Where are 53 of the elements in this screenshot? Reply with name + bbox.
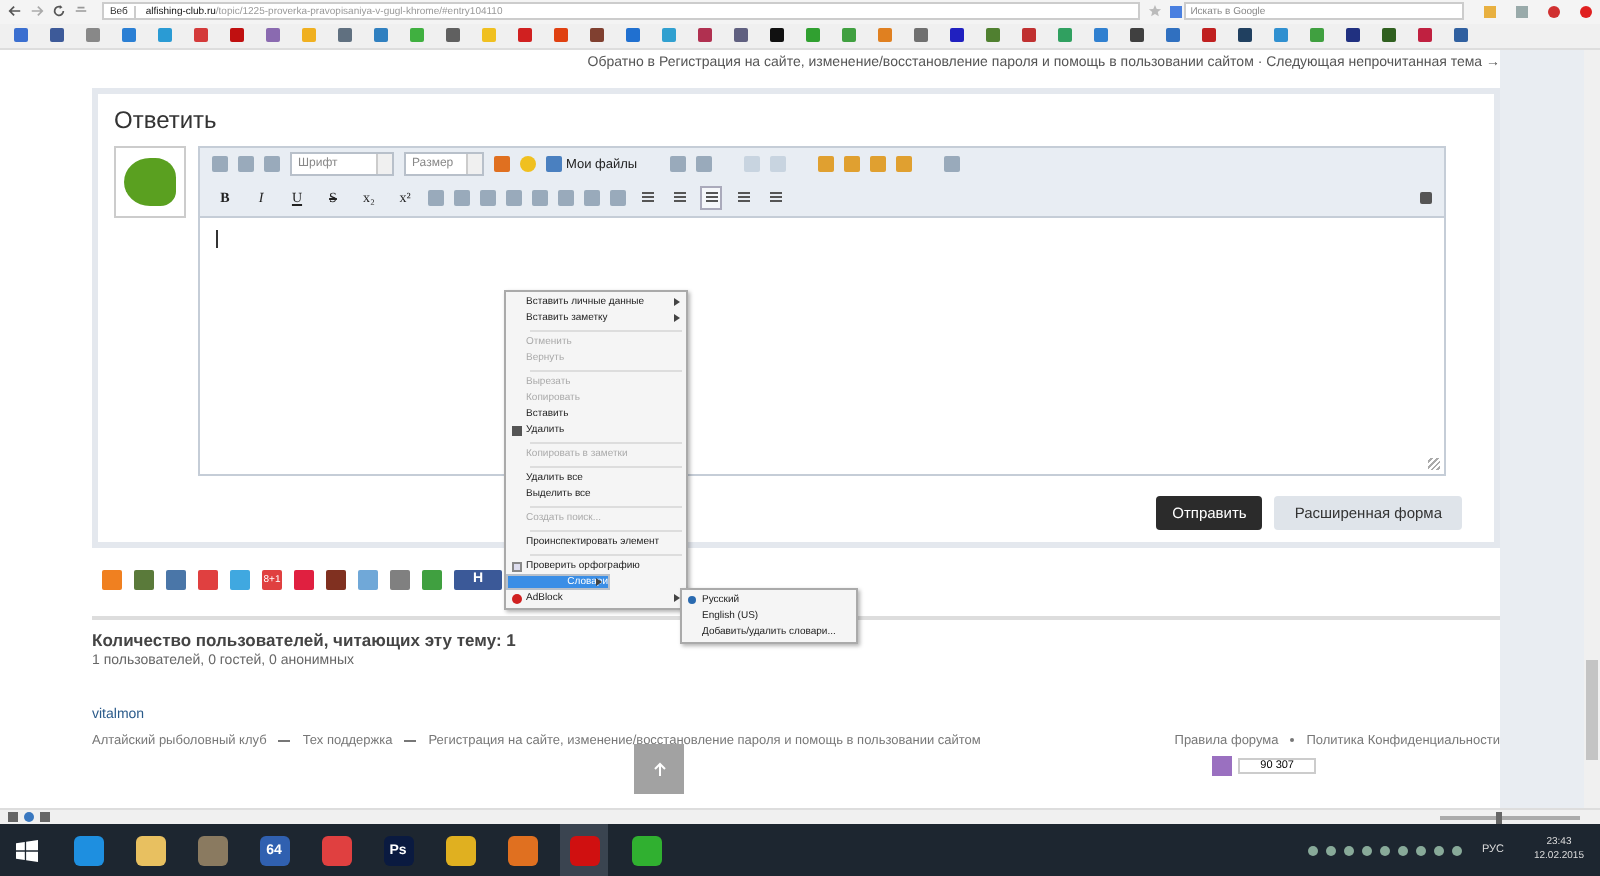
stop-sign-icon <box>511 593 521 603</box>
share-icon[interactable] <box>198 569 218 590</box>
bullet-list-icon[interactable] <box>428 190 444 207</box>
picture-icon[interactable] <box>532 190 548 207</box>
extension-icon[interactable] <box>1515 5 1528 18</box>
checkbox-icon <box>511 561 521 571</box>
code-icon[interactable] <box>558 190 574 207</box>
radio-dot-icon <box>688 596 696 604</box>
extension-icon[interactable] <box>1579 5 1592 18</box>
link-icon[interactable] <box>506 190 522 207</box>
bookmark-icon[interactable] <box>1238 28 1252 43</box>
align-button[interactable] <box>700 186 722 211</box>
spellcheck-icon[interactable] <box>943 156 960 173</box>
search-engine-icon[interactable] <box>1170 5 1183 18</box>
eraser-icon[interactable] <box>238 156 254 173</box>
find-icon[interactable] <box>669 156 686 173</box>
counter-icon <box>1212 755 1233 776</box>
share-icon[interactable] <box>134 569 154 590</box>
bookmark-icon[interactable] <box>770 28 784 43</box>
star-icon[interactable] <box>1148 4 1163 19</box>
extension-icon[interactable] <box>1547 5 1560 18</box>
forward-icon[interactable] <box>29 4 44 19</box>
bookmark-icon[interactable] <box>1346 28 1360 43</box>
replace-icon[interactable] <box>695 156 712 173</box>
bookmark-icon[interactable] <box>1382 28 1396 43</box>
text-color-icon[interactable] <box>494 156 510 173</box>
share-icon[interactable] <box>326 569 346 590</box>
numbered-list-icon[interactable] <box>454 190 470 207</box>
cloud-icon[interactable] <box>24 812 34 822</box>
quote-icon[interactable] <box>480 190 496 207</box>
arrow-up-icon <box>651 761 667 777</box>
bookmark-icon[interactable] <box>590 28 604 43</box>
share-icon[interactable] <box>390 569 410 590</box>
source-icon[interactable] <box>212 156 228 173</box>
reply-title: Ответить <box>114 105 219 138</box>
readers-heading: Количество пользователей, читающих эту тему: 1 <box>92 629 516 650</box>
scrollbar[interactable] <box>1584 49 1600 809</box>
collapse-icon[interactable] <box>1420 192 1432 205</box>
separator-dot <box>1290 738 1295 743</box>
image-icon[interactable] <box>264 156 280 173</box>
back-icon[interactable] <box>8 4 22 19</box>
trash-icon <box>511 425 521 435</box>
windows-logo-icon[interactable] <box>16 839 38 861</box>
bookmark-icon[interactable] <box>950 28 964 43</box>
share-icon[interactable] <box>294 569 314 590</box>
bookmark-icon[interactable] <box>1130 28 1144 43</box>
share-icon[interactable] <box>166 569 186 590</box>
zoom-slider-thumb[interactable] <box>1496 811 1502 823</box>
avatar-drawing <box>114 145 186 218</box>
message-input[interactable] <box>200 215 1444 474</box>
speech-bubble-icon[interactable] <box>584 190 600 207</box>
reload-icon[interactable] <box>51 4 66 19</box>
media-icon[interactable] <box>610 190 626 207</box>
